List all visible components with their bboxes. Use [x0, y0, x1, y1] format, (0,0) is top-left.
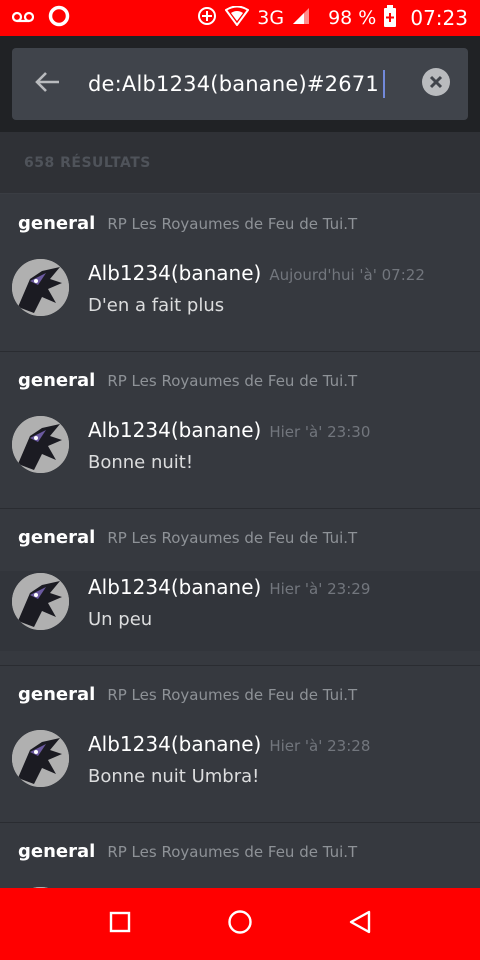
circle-icon — [227, 909, 253, 939]
message-author[interactable]: Alb1234(banane) Aujourd'hui 'à' 07:22 — [88, 261, 425, 285]
opera-icon — [48, 5, 70, 31]
clock: 07:23 — [410, 6, 468, 30]
message-text: Un peu — [88, 609, 153, 630]
channel-name: general — [18, 684, 96, 705]
guild-name: RP Les Royaumes de Feu de Tui.T — [107, 843, 358, 861]
avatar[interactable] — [12, 730, 69, 787]
author-name: Alb1234(banane) — [88, 418, 262, 442]
square-icon — [109, 911, 131, 937]
search-result[interactable]: general RP Les Royaumes de Feu de Tui.T … — [0, 195, 480, 352]
result-channel: general RP Les Royaumes de Feu de Tui.T — [18, 841, 357, 862]
author-name: Alb1234(banane) — [88, 732, 262, 756]
avatar[interactable] — [12, 573, 69, 630]
search-input[interactable]: de:Alb1234(banane)#2671 — [82, 70, 404, 98]
back-button[interactable] — [12, 48, 82, 120]
result-channel: general RP Les Royaumes de Feu de Tui.T — [18, 213, 357, 234]
message-timestamp: Hier 'à' 23:29 — [269, 580, 371, 598]
search-result[interactable]: general RP Les Royaumes de Feu de Tui.T … — [0, 509, 480, 666]
search-query-text: de:Alb1234(banane)#2671 — [88, 72, 379, 96]
avatar[interactable] — [12, 259, 69, 316]
message-text: Bonne nuit Umbra! — [88, 766, 260, 787]
triangle-icon — [348, 910, 372, 938]
search-result[interactable]: general RP Les Royaumes de Feu de Tui.T … — [0, 666, 480, 823]
result-message[interactable]: Alb1234(banane) Hier 'à' 23:30 Bonne nuit… — [0, 414, 480, 494]
clear-circle-icon — [421, 67, 451, 101]
home-button[interactable] — [210, 894, 270, 954]
avatar[interactable] — [12, 416, 69, 473]
status-bar: 3G 98 % 07:23 — [0, 0, 480, 36]
author-name: Alb1234(banane) — [88, 261, 262, 285]
guild-name: RP Les Royaumes de Feu de Tui.T — [107, 529, 358, 547]
voicemail-icon — [11, 9, 35, 28]
guild-name: RP Les Royaumes de Feu de Tui.T — [107, 372, 358, 390]
author-name: Alb1234(banane) — [88, 575, 262, 599]
channel-name: general — [18, 213, 96, 234]
message-timestamp: Hier 'à' 23:28 — [269, 737, 371, 755]
data-saver-icon — [197, 6, 217, 31]
results-count: 658 RÉSULTATS — [0, 132, 480, 194]
text-caret — [382, 70, 385, 98]
message-text: Bonne nuit! — [88, 452, 194, 473]
result-channel: general RP Les Royaumes de Feu de Tui.T — [18, 527, 357, 548]
result-message[interactable]: Alb1234(banane) Hier 'à' 23:29 Un peu — [0, 571, 480, 651]
result-message[interactable]: Alb1234(banane) Aujourd'hui 'à' 07:22 D'e… — [0, 257, 480, 337]
network-type: 3G — [257, 7, 285, 29]
message-author[interactable]: Alb1234(banane) Hier 'à' 23:30 — [88, 418, 370, 442]
message-text: D'en a fait plus — [88, 295, 225, 316]
back-nav-button[interactable] — [330, 894, 390, 954]
signal-icon — [292, 7, 310, 30]
battery-level: 98 % — [328, 7, 377, 29]
search-header: de:Alb1234(banane)#2671 — [0, 36, 480, 132]
arrow-left-icon — [34, 71, 60, 97]
message-timestamp: Aujourd'hui 'à' 07:22 — [269, 266, 425, 284]
recents-button[interactable] — [90, 894, 150, 954]
guild-name: RP Les Royaumes de Feu de Tui.T — [107, 215, 358, 233]
result-channel: general RP Les Royaumes de Feu de Tui.T — [18, 684, 357, 705]
search-box[interactable]: de:Alb1234(banane)#2671 — [12, 48, 468, 120]
message-timestamp: Hier 'à' 23:30 — [269, 423, 371, 441]
search-result[interactable]: general RP Les Royaumes de Feu de Tui.T … — [0, 352, 480, 509]
search-result[interactable]: general RP Les Royaumes de Feu de Tui.T — [0, 823, 480, 888]
message-author[interactable]: Alb1234(banane) Hier 'à' 23:29 — [88, 575, 370, 599]
clear-search-button[interactable] — [404, 48, 468, 120]
wifi-icon — [224, 5, 250, 31]
channel-name: general — [18, 841, 96, 862]
battery-icon — [384, 4, 397, 32]
result-channel: general RP Les Royaumes de Feu de Tui.T — [18, 370, 357, 391]
guild-name: RP Les Royaumes de Feu de Tui.T — [107, 686, 358, 704]
result-message[interactable]: Alb1234(banane) Hier 'à' 23:28 Bonne nuit… — [0, 728, 480, 808]
channel-name: general — [18, 527, 96, 548]
navigation-bar — [0, 888, 480, 960]
results-list: general RP Les Royaumes de Feu de Tui.T … — [0, 195, 480, 888]
channel-name: general — [18, 370, 96, 391]
message-author[interactable]: Alb1234(banane) Hier 'à' 23:28 — [88, 732, 370, 756]
